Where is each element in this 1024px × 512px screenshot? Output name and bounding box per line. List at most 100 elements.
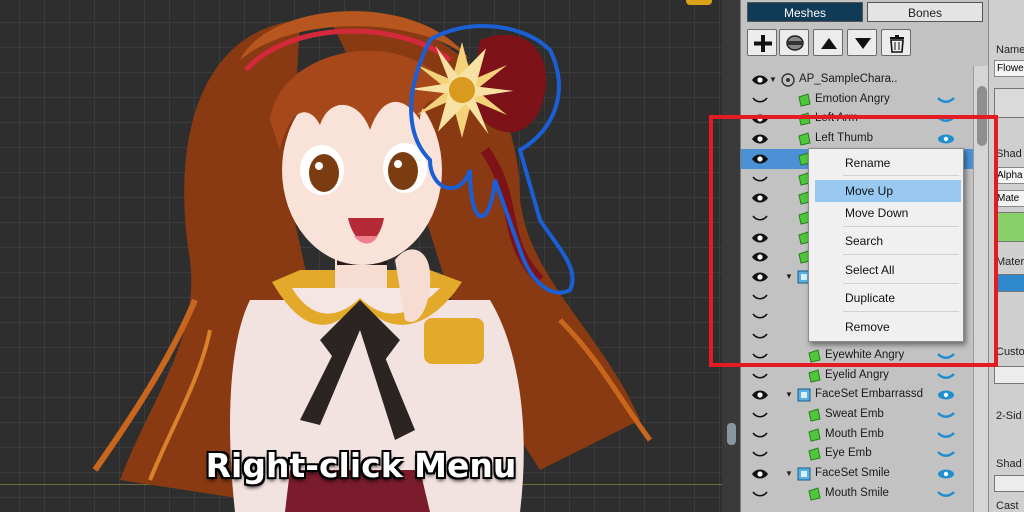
visibility-hidden-icon[interactable] [751, 448, 769, 460]
expand-arrow-icon[interactable]: ▼ [785, 469, 793, 478]
menu-item-search[interactable]: Search [815, 230, 961, 252]
render-eye-icon[interactable] [937, 449, 955, 459]
expand-arrow-icon[interactable]: ▼ [785, 272, 793, 281]
hierarchy-row[interactable]: ▼ AP_SampleChara.. [741, 70, 973, 90]
custom-label: Custo [996, 346, 1024, 358]
hierarchy-row-label: Eyewhite Angry [825, 348, 905, 361]
visibility-eye-icon[interactable] [751, 251, 769, 263]
render-eye-icon[interactable] [937, 95, 955, 105]
visibility-eye-icon[interactable] [751, 271, 769, 283]
hierarchy-row[interactable]: ▼ FaceSet Embarrassd [741, 385, 973, 405]
trash-icon [890, 35, 904, 53]
delete-button[interactable] [881, 29, 911, 56]
move-up-button[interactable] [813, 29, 843, 56]
splitter-knob[interactable] [727, 423, 736, 445]
visibility-eye-icon[interactable] [751, 232, 769, 244]
menu-item-remove[interactable]: Remove [815, 316, 961, 338]
hierarchy-row-label: Eyelid Angry [825, 368, 889, 381]
canvas-viewport[interactable]: Right-click Menu [0, 0, 722, 512]
tab-meshes[interactable]: Meshes [747, 2, 863, 22]
hierarchy-row[interactable]: Eyewhite Angry [741, 346, 973, 366]
group-node-icon [797, 388, 811, 402]
add-button[interactable] [747, 29, 777, 56]
menu-item-select-all[interactable]: Select All [815, 259, 961, 281]
visibility-hidden-icon[interactable] [751, 370, 769, 382]
hierarchy-row[interactable]: Sweat Emb [741, 405, 973, 425]
render-eye-icon[interactable] [937, 351, 955, 361]
visibility-eye-icon[interactable] [751, 389, 769, 401]
plus-icon [754, 35, 772, 52]
hierarchy-row-label: Mouth Emb [825, 427, 884, 440]
visibility-hidden-icon[interactable] [751, 173, 769, 185]
visibility-eye-icon[interactable] [751, 133, 769, 145]
menu-item-duplicate[interactable]: Duplicate [815, 287, 961, 309]
panel-splitter[interactable] [722, 0, 740, 512]
hierarchy-row-label: AP_SampleChara.. [799, 73, 898, 85]
visibility-hidden-icon[interactable] [751, 212, 769, 224]
material-dropdown[interactable]: Mate [994, 190, 1024, 207]
name-label: Name [996, 44, 1024, 56]
visibility-hidden-icon[interactable] [751, 429, 769, 441]
visibility-hidden-icon[interactable] [751, 488, 769, 500]
move-down-button[interactable] [847, 29, 877, 56]
mask-button[interactable] [779, 29, 809, 56]
triangle-up-icon [821, 38, 837, 49]
menu-separator [843, 283, 959, 284]
render-eye-icon[interactable] [937, 410, 955, 420]
expand-arrow-icon[interactable]: ▼ [785, 390, 793, 399]
visibility-eye-icon[interactable] [751, 192, 769, 204]
hierarchy-row[interactable]: ▼ FaceSet Smile [741, 464, 973, 484]
render-eye-icon[interactable] [937, 430, 955, 440]
hierarchy-row[interactable]: Mouth Emb [741, 425, 973, 445]
render-eye-icon[interactable] [937, 489, 955, 499]
hierarchy-row[interactable]: Left Thumb [741, 129, 973, 149]
shader2-button[interactable] [994, 475, 1024, 492]
name-field[interactable]: Flowe [994, 60, 1024, 77]
material-swatch[interactable] [994, 212, 1024, 242]
visibility-eye-icon[interactable] [751, 468, 769, 480]
visibility-hidden-icon[interactable] [751, 330, 769, 342]
custom-button[interactable] [994, 366, 1024, 384]
visibility-hidden-icon[interactable] [751, 291, 769, 303]
menu-item-move-up[interactable]: Move Up [815, 180, 961, 202]
menu-separator [843, 254, 959, 255]
hierarchy-row[interactable]: Mouth Smile [741, 484, 973, 504]
inspector-panel: Name Flowe Shad Alpha Mate Mater Custo 2… [988, 0, 1024, 512]
visibility-hidden-icon[interactable] [751, 350, 769, 362]
render-eye-icon[interactable] [937, 134, 955, 144]
visibility-eye-icon[interactable] [751, 113, 769, 125]
visibility-eye-icon[interactable] [751, 153, 769, 165]
hierarchy-row[interactable]: Left Arm [741, 109, 973, 129]
render-eye-icon[interactable] [937, 114, 955, 124]
render-eye-icon[interactable] [937, 390, 955, 400]
clipping-mask-icon [786, 35, 804, 51]
expand-arrow-icon[interactable]: ▼ [769, 75, 777, 84]
hierarchy-scrollbar[interactable] [973, 66, 989, 512]
hierarchy-row-label: Mouth Smile [825, 486, 889, 499]
menu-separator [843, 175, 959, 176]
mesh-node-icon [797, 112, 811, 126]
material-button[interactable] [994, 274, 1024, 292]
menu-separator [843, 311, 959, 312]
scrollbar-thumb[interactable] [977, 86, 987, 146]
mesh-node-icon [797, 93, 811, 107]
alpha-dropdown[interactable]: Alpha [994, 167, 1024, 184]
render-eye-icon[interactable] [937, 469, 955, 479]
hierarchy-row-label: FaceSet Smile [815, 467, 890, 479]
shader-label: Shad [996, 148, 1022, 160]
menu-item-move-down[interactable]: Move Down [815, 202, 961, 224]
visibility-hidden-icon[interactable] [751, 94, 769, 106]
visibility-hidden-icon[interactable] [751, 310, 769, 322]
menu-item-rename[interactable]: Rename [815, 152, 961, 174]
hierarchy-row[interactable]: Emotion Angry [741, 90, 973, 110]
preview-box [994, 88, 1024, 118]
render-eye-icon[interactable] [937, 371, 955, 381]
mesh-node-icon [807, 447, 821, 461]
shader2-label: Shad [996, 458, 1022, 470]
visibility-hidden-icon[interactable] [751, 409, 769, 421]
hierarchy-row[interactable]: Eyelid Angry [741, 366, 973, 386]
visibility-eye-icon[interactable] [751, 74, 769, 86]
tab-bones[interactable]: Bones [867, 2, 983, 22]
hierarchy-row-label: Emotion Angry [815, 92, 890, 105]
hierarchy-row[interactable]: Eye Emb [741, 444, 973, 464]
